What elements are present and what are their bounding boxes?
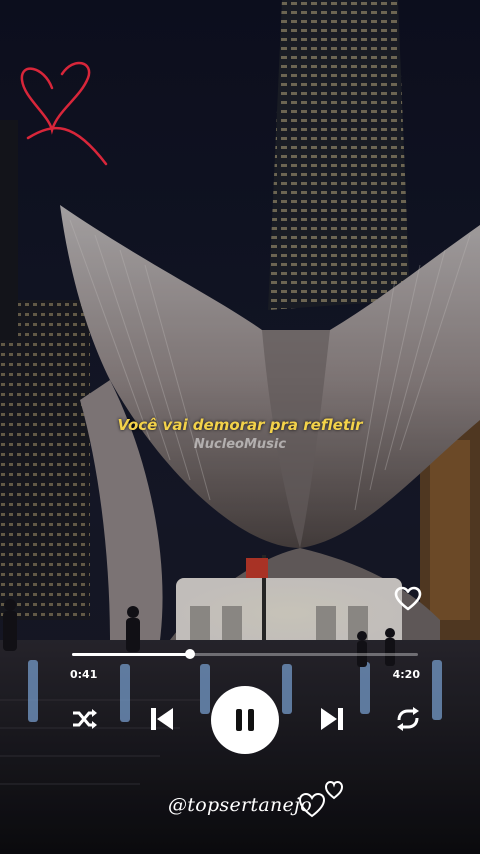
repeat-icon: [397, 707, 419, 731]
heart-outline-icon: [394, 586, 422, 611]
double-heart-outline-icon: [298, 780, 344, 818]
hand-drawn-heart-icon: [20, 61, 108, 166]
skip-previous-icon: [151, 708, 173, 730]
elapsed-time: 0:41: [70, 668, 98, 681]
pause-icon: [236, 709, 254, 731]
shuffle-button[interactable]: [68, 704, 100, 734]
repeat-button[interactable]: [392, 704, 424, 734]
total-duration: 4:20: [392, 668, 420, 681]
play-pause-button[interactable]: [211, 686, 279, 754]
like-button[interactable]: [392, 584, 424, 614]
seek-progress: [72, 653, 190, 656]
previous-button[interactable]: [146, 704, 178, 734]
shuffle-icon: [73, 709, 97, 729]
lyric-caption: Você vai demorar pra refletir: [117, 416, 363, 434]
credit-handle: @topsertanejo: [168, 794, 312, 816]
seek-bar[interactable]: [72, 649, 418, 659]
channel-watermark: NucleoMusic: [193, 437, 287, 452]
skip-next-icon: [321, 708, 343, 730]
seek-handle[interactable]: [184, 649, 195, 659]
video-frame: Você vai demorar pra refletir NucleoMusi…: [0, 0, 480, 854]
next-button[interactable]: [316, 704, 348, 734]
